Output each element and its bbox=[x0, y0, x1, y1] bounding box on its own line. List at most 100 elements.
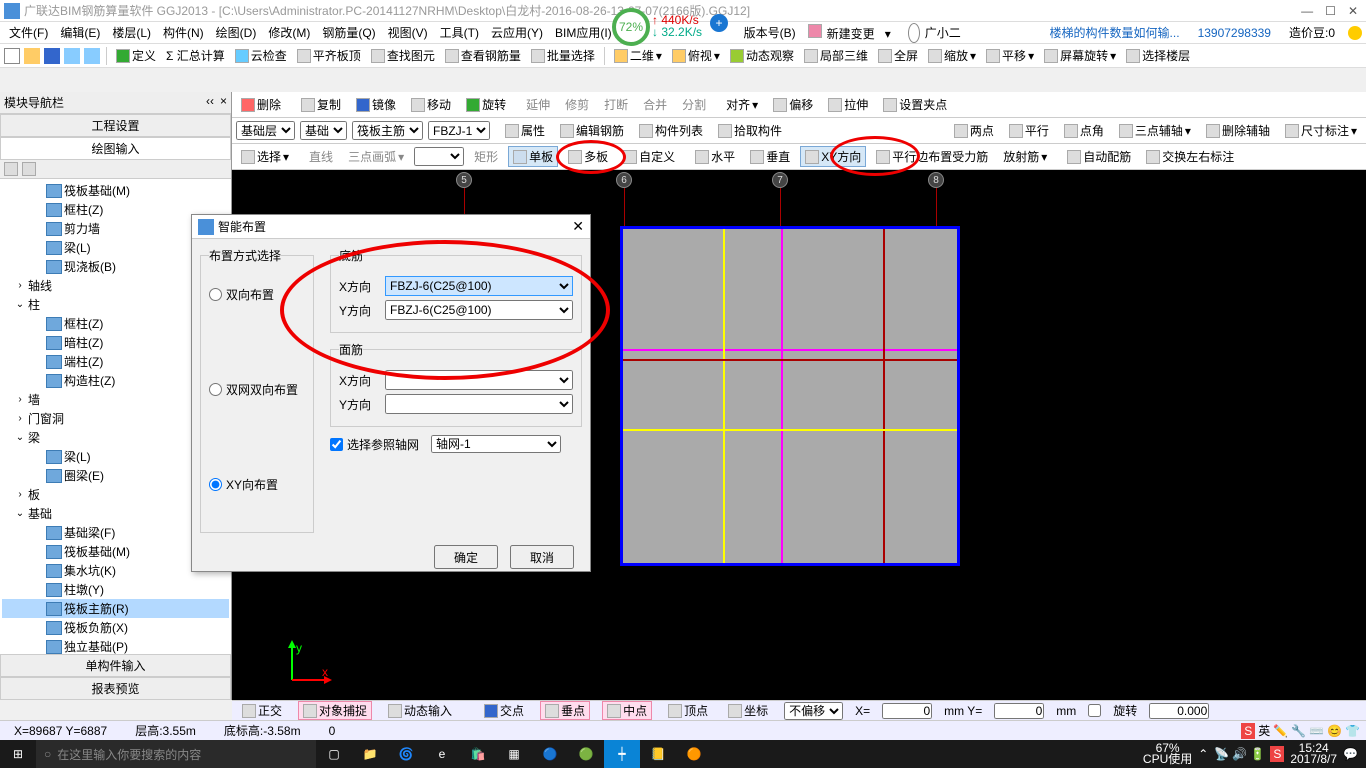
horiz-button[interactable]: 水平 bbox=[690, 146, 740, 167]
tb-app3[interactable]: e bbox=[424, 740, 460, 768]
mirror-button[interactable]: 镜像 bbox=[351, 94, 401, 115]
ime-icon[interactable]: S bbox=[1270, 746, 1284, 762]
dialog-close-button[interactable]: ✕ bbox=[572, 218, 584, 235]
menu-file[interactable]: 文件(F) bbox=[4, 22, 53, 43]
define-button[interactable]: 定义 bbox=[113, 46, 159, 65]
stretch-button[interactable]: 拉伸 bbox=[823, 94, 873, 115]
radio-xy[interactable]: XY向布置 bbox=[209, 476, 305, 493]
edge-rebar-button[interactable]: 平行边布置受力筋 bbox=[871, 146, 993, 167]
category-select[interactable]: 基础 bbox=[300, 121, 347, 140]
menu-view[interactable]: 视图(V) bbox=[383, 22, 433, 43]
edit-rebar-button[interactable]: 编辑钢筋 bbox=[555, 120, 629, 141]
close-button[interactable]: ✕ bbox=[1348, 4, 1358, 18]
maximize-button[interactable]: ☐ bbox=[1325, 4, 1336, 18]
xy-direction-button[interactable]: XY方向 bbox=[800, 146, 866, 167]
task-view-button[interactable]: ▢ bbox=[316, 740, 352, 768]
swap-label-button[interactable]: 交换左右标注 bbox=[1141, 146, 1239, 167]
mid-toggle[interactable]: 中点 bbox=[602, 701, 652, 720]
new-icon[interactable] bbox=[4, 48, 20, 64]
perp-toggle[interactable]: 垂点 bbox=[540, 701, 590, 720]
dimension-button[interactable]: 尺寸标注▾ bbox=[1280, 120, 1362, 141]
tb-app7[interactable]: 🟢 bbox=[568, 740, 604, 768]
osnap-toggle[interactable]: 对象捕捉 bbox=[298, 701, 372, 720]
subcategory-select[interactable]: 筏板主筋 bbox=[352, 121, 423, 140]
rotate-button[interactable]: 旋转 bbox=[461, 94, 511, 115]
sogou-icon[interactable]: S bbox=[1241, 723, 1255, 739]
level-button[interactable]: 平齐板顶 bbox=[294, 46, 364, 65]
pick-component-button[interactable]: 拾取构件 bbox=[713, 120, 787, 141]
radio-double-net[interactable]: 双网双向布置 bbox=[209, 381, 305, 398]
plus-button[interactable]: + bbox=[710, 14, 728, 32]
property-button[interactable]: 属性 bbox=[500, 120, 550, 141]
tab-draw-input[interactable]: 绘图输入 bbox=[0, 137, 231, 160]
ortho-toggle[interactable]: 正交 bbox=[238, 702, 286, 719]
tb-app2[interactable]: 🌀 bbox=[388, 740, 424, 768]
screen-rotate-button[interactable]: 屏幕旋转▾ bbox=[1041, 46, 1119, 65]
three-point-aux-button[interactable]: 三点辅轴▾ bbox=[1114, 120, 1196, 141]
vert-button[interactable]: 垂直 bbox=[745, 146, 795, 167]
open-icon[interactable] bbox=[24, 48, 40, 64]
find-button[interactable]: 查找图元 bbox=[368, 46, 438, 65]
tree-selected-item[interactable]: 筏板主筋(R) bbox=[2, 599, 229, 618]
cross-toggle[interactable]: 交点 bbox=[480, 702, 528, 719]
view-rebar-button[interactable]: 查看钢筋量 bbox=[442, 46, 524, 65]
rotate-input[interactable] bbox=[1149, 703, 1209, 719]
tb-app4[interactable]: 🛍️ bbox=[460, 740, 496, 768]
component-list-button[interactable]: 构件列表 bbox=[634, 120, 708, 141]
pan-button[interactable]: 平移▾ bbox=[983, 46, 1037, 65]
system-tray[interactable]: 67%CPU使用 ⌃ 📡🔊🔋 S 15:242017/8/7 💬 bbox=[1135, 743, 1366, 765]
delete-button[interactable]: 删除 bbox=[236, 94, 286, 115]
x-input[interactable] bbox=[882, 703, 932, 719]
menu-bim[interactable]: BIM应用(I) bbox=[550, 22, 617, 43]
floor-select[interactable]: 基础层 bbox=[236, 121, 295, 140]
y-direction-select[interactable]: FBZJ-6(C25@100) bbox=[385, 300, 573, 320]
new-change-button[interactable]: 新建变更▾ bbox=[803, 22, 901, 44]
fullscreen-button[interactable]: 全屏 bbox=[875, 46, 921, 65]
batch-button[interactable]: 批量选择 bbox=[528, 46, 598, 65]
move-button[interactable]: 移动 bbox=[406, 94, 456, 115]
dynamic-view-button[interactable]: 动态观察 bbox=[727, 46, 797, 65]
top-view-button[interactable]: 俯视▾ bbox=[669, 46, 723, 65]
ref-grid-select[interactable]: 轴网-1 bbox=[431, 435, 561, 453]
tree-collapse-icon[interactable] bbox=[22, 162, 36, 176]
menu-modify[interactable]: 修改(M) bbox=[263, 22, 315, 43]
copy-button[interactable]: 复制 bbox=[296, 94, 346, 115]
taskbar-search[interactable]: ○ 在这里输入你要搜索的内容 bbox=[36, 740, 316, 768]
align-button[interactable]: 对齐▾ bbox=[721, 94, 763, 115]
top-point-toggle[interactable]: 顶点 bbox=[664, 702, 712, 719]
tb-app9[interactable]: 📒 bbox=[640, 740, 676, 768]
cancel-button[interactable]: 取消 bbox=[510, 545, 574, 569]
tb-app6[interactable]: 🔵 bbox=[532, 740, 568, 768]
user-button[interactable]: 广小二 bbox=[903, 22, 971, 43]
save-icon[interactable] bbox=[44, 48, 60, 64]
sum-button[interactable]: Σ 汇总计算 bbox=[163, 46, 228, 65]
top-y-select[interactable] bbox=[385, 394, 573, 414]
ref-grid-checkbox[interactable] bbox=[330, 438, 343, 451]
tb-app1[interactable]: 📁 bbox=[352, 740, 388, 768]
rotate-checkbox[interactable] bbox=[1088, 704, 1101, 717]
multi-board-button[interactable]: 多板 bbox=[563, 146, 613, 167]
offset-mode-select[interactable]: 不偏移 bbox=[784, 702, 843, 720]
minimize-button[interactable]: — bbox=[1301, 4, 1313, 18]
x-direction-select[interactable]: FBZJ-6(C25@100) bbox=[385, 276, 573, 296]
ok-button[interactable]: 确定 bbox=[434, 545, 498, 569]
top-x-select[interactable] bbox=[385, 370, 573, 390]
parallel-button[interactable]: 平行 bbox=[1004, 120, 1054, 141]
tree-expand-icon[interactable] bbox=[4, 162, 18, 176]
point-angle-button[interactable]: 点角 bbox=[1059, 120, 1109, 141]
2d-button[interactable]: 二维▾ bbox=[611, 46, 665, 65]
zoom-button[interactable]: 缩放▾ bbox=[925, 46, 979, 65]
tb-app5[interactable]: ▦ bbox=[496, 740, 532, 768]
single-board-button[interactable]: 单板 bbox=[508, 146, 558, 167]
select-button[interactable]: 选择▾ bbox=[236, 146, 294, 167]
tb-app10[interactable]: 🟠 bbox=[676, 740, 712, 768]
hint-link[interactable]: 楼梯的构件数量如何输... bbox=[1045, 22, 1185, 43]
tb-app8[interactable]: ┿ bbox=[604, 740, 640, 768]
menu-draw[interactable]: 绘图(D) bbox=[211, 22, 262, 43]
menu-tool[interactable]: 工具(T) bbox=[435, 22, 484, 43]
menu-version[interactable]: 版本号(B) bbox=[739, 22, 801, 43]
auto-rebar-button[interactable]: 自动配筋 bbox=[1062, 146, 1136, 167]
menu-cloud[interactable]: 云应用(Y) bbox=[486, 22, 548, 43]
menu-floor[interactable]: 楼层(L) bbox=[107, 22, 156, 43]
style-select[interactable] bbox=[414, 147, 464, 166]
